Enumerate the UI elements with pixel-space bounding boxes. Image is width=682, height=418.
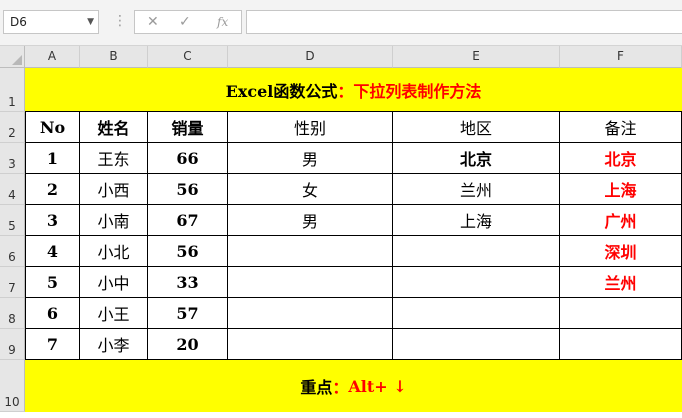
table-cell[interactable]: 6 <box>25 298 80 329</box>
table-cell[interactable]: 67 <box>148 205 228 236</box>
table-cell[interactable]: 1 <box>25 143 80 174</box>
header-cell-gender[interactable]: 性别 <box>228 112 393 143</box>
table-cell[interactable]: 66 <box>148 143 228 174</box>
title-suffix: 下拉列表制作方法 <box>353 81 482 101</box>
table-cell[interactable] <box>560 298 682 329</box>
table-cell[interactable]: 男 <box>228 143 393 174</box>
formula-input[interactable] <box>246 10 682 34</box>
column-header-c[interactable]: C <box>148 46 228 68</box>
table-cell[interactable]: 北京 <box>393 143 560 174</box>
table-cell[interactable]: 小西 <box>80 174 148 205</box>
formula-buttons: ✕ ✓ fx <box>134 10 242 34</box>
header-cell-no[interactable]: No <box>25 112 80 143</box>
table-cell[interactable]: 56 <box>148 174 228 205</box>
table-cell[interactable] <box>228 298 393 329</box>
table-cell[interactable] <box>228 329 393 360</box>
column-header-a[interactable]: A <box>25 46 80 68</box>
table-cell[interactable] <box>560 329 682 360</box>
table-cell[interactable]: 兰州 <box>393 174 560 205</box>
row-header-10[interactable]: 10 <box>0 360 25 412</box>
table-cell[interactable]: 33 <box>148 267 228 298</box>
spreadsheet-grid: A B C D E F 1 Excel函数公式 ： 下拉列表制作方法 2 No … <box>0 46 682 412</box>
header-cell-region[interactable]: 地区 <box>393 112 560 143</box>
selected-cell[interactable] <box>228 236 393 267</box>
row-header-7[interactable]: 7 <box>0 267 25 298</box>
table-cell[interactable]: 5 <box>25 267 80 298</box>
fx-icon[interactable]: fx <box>217 11 228 33</box>
header-cell-name[interactable]: 姓名 <box>80 112 148 143</box>
table-cell[interactable]: 4 <box>25 236 80 267</box>
name-box[interactable]: D6 ▼ <box>3 10 99 34</box>
table-cell[interactable] <box>393 267 560 298</box>
select-all-corner[interactable] <box>0 46 25 68</box>
row-header-1[interactable]: 1 <box>0 68 25 112</box>
table-cell[interactable]: 兰州 <box>560 267 682 298</box>
table-cell[interactable]: 男 <box>228 205 393 236</box>
footer-banner[interactable]: 重点 ： Alt+ ↓ <box>25 360 682 412</box>
row-header-9[interactable]: 9 <box>0 329 25 360</box>
column-header-b[interactable]: B <box>80 46 148 68</box>
footer-shortcut: Alt+ ↓ <box>348 376 407 396</box>
table-cell[interactable]: 上海 <box>560 174 682 205</box>
table-cell[interactable]: 女 <box>228 174 393 205</box>
table-cell[interactable]: 20 <box>148 329 228 360</box>
name-box-value: D6 <box>10 15 27 29</box>
table-cell[interactable]: 广州 <box>560 205 682 236</box>
formula-bar: D6 ▼ ⋮ ✕ ✓ fx <box>0 0 682 46</box>
table-cell[interactable]: 2 <box>25 174 80 205</box>
table-cell[interactable] <box>393 329 560 360</box>
title-colon: ： <box>337 81 354 101</box>
header-cell-notes[interactable]: 备注 <box>560 112 682 143</box>
chevron-down-icon[interactable]: ▼ <box>87 11 94 33</box>
row-header-5[interactable]: 5 <box>0 205 25 236</box>
table-cell[interactable]: 3 <box>25 205 80 236</box>
table-cell[interactable]: 深圳 <box>560 236 682 267</box>
cancel-icon[interactable]: ✕ <box>147 11 159 33</box>
row-header-8[interactable]: 8 <box>0 298 25 329</box>
column-header-f[interactable]: F <box>560 46 682 68</box>
column-header-d[interactable]: D <box>228 46 393 68</box>
more-options-icon: ⋮ <box>113 13 127 29</box>
table-cell[interactable]: 上海 <box>393 205 560 236</box>
table-cell[interactable]: 小中 <box>80 267 148 298</box>
table-cell[interactable]: 王东 <box>80 143 148 174</box>
header-cell-sales[interactable]: 销量 <box>148 112 228 143</box>
table-cell[interactable]: 7 <box>25 329 80 360</box>
footer-colon: ： <box>332 378 349 397</box>
table-cell[interactable]: 小李 <box>80 329 148 360</box>
table-cell[interactable]: 56 <box>148 236 228 267</box>
check-icon[interactable]: ✓ <box>179 11 191 33</box>
table-cell[interactable] <box>393 298 560 329</box>
row-header-3[interactable]: 3 <box>0 143 25 174</box>
table-cell[interactable]: 小王 <box>80 298 148 329</box>
table-cell[interactable]: 小北 <box>80 236 148 267</box>
title-prefix: Excel函数公式 <box>225 81 338 101</box>
table-cell[interactable] <box>393 236 560 267</box>
table-cell[interactable]: 北京 <box>560 143 682 174</box>
footer-label: 重点 <box>300 378 333 397</box>
table-cell[interactable] <box>228 267 393 298</box>
table-cell[interactable]: 57 <box>148 298 228 329</box>
row-header-6[interactable]: 6 <box>0 236 25 267</box>
column-header-e[interactable]: E <box>393 46 560 68</box>
title-banner[interactable]: Excel函数公式 ： 下拉列表制作方法 <box>25 68 682 112</box>
table-cell[interactable]: 小南 <box>80 205 148 236</box>
row-header-2[interactable]: 2 <box>0 112 25 143</box>
row-header-4[interactable]: 4 <box>0 174 25 205</box>
